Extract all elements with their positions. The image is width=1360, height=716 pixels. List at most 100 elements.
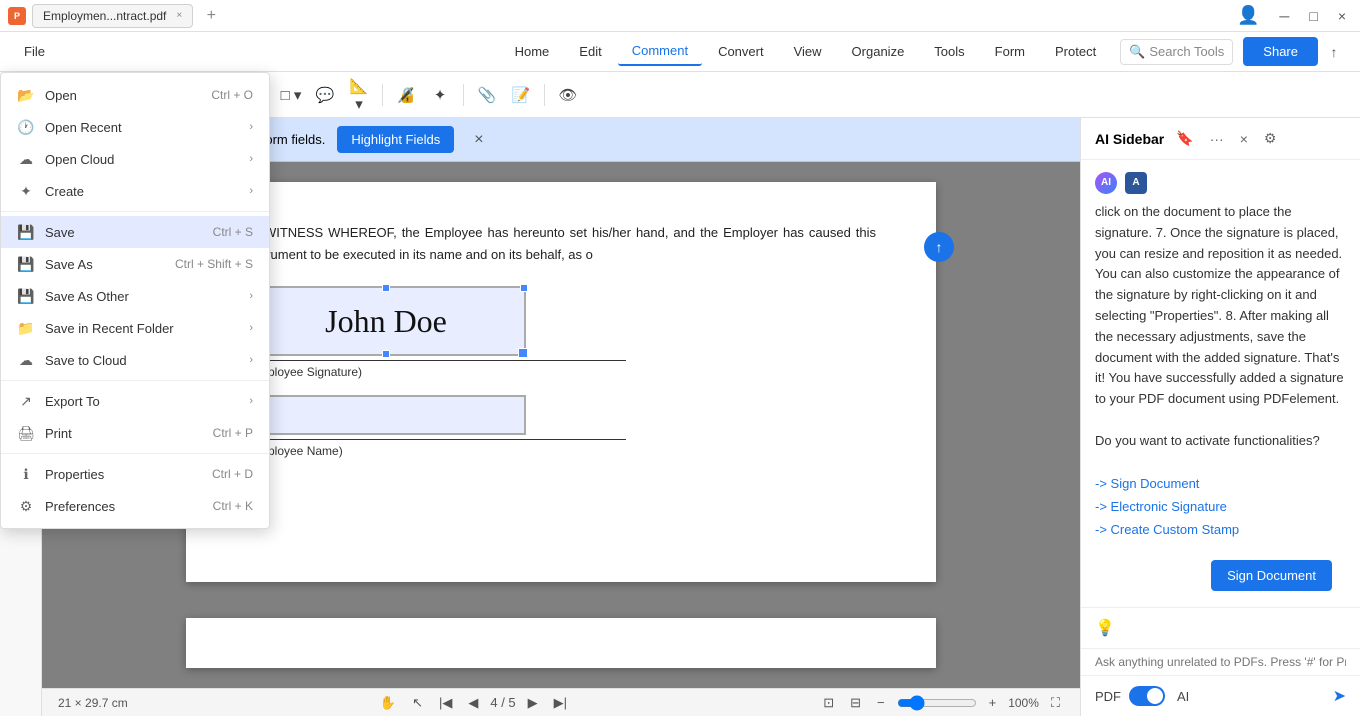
fm-save-as-shortcut: Ctrl + Shift + S <box>175 257 253 271</box>
fm-save-other[interactable]: 💾 Save As Other › <box>1 280 269 312</box>
upload-icon[interactable]: ↑ <box>1320 38 1348 66</box>
share-button[interactable]: Share <box>1243 37 1318 66</box>
fm-create-label: Create <box>45 184 239 199</box>
comment-btn[interactable]: 💬 <box>310 80 340 110</box>
fm-properties-label: Properties <box>45 467 202 482</box>
ai-sidebar: AI Sidebar 🔖 ··· × ⚙ AI A click on the d… <box>1080 118 1360 716</box>
fm-save-recent[interactable]: 📁 Save in Recent Folder › <box>1 312 269 344</box>
page-indicator: 4 / 5 <box>490 695 515 710</box>
prev-page-btn[interactable]: ◀ <box>464 693 482 713</box>
document-page-4: IN WITNESS WHEREOF, the Employee has her… <box>186 182 936 582</box>
fm-save-cloud[interactable]: ☁ Save to Cloud › <box>1 344 269 376</box>
fullscreen-btn[interactable]: ⛶ <box>1047 693 1064 713</box>
menu-form[interactable]: Form <box>981 38 1039 65</box>
page-dimensions: 21 × 29.7 cm <box>58 696 128 710</box>
zoom-in-btn[interactable]: + <box>985 693 1001 712</box>
sidebar-more-icon[interactable]: ··· <box>1206 129 1228 149</box>
restore-btn[interactable]: □ <box>1303 8 1323 24</box>
paperclip-btn[interactable]: 📎 <box>472 80 502 110</box>
fm-print[interactable]: 🖨 Print Ctrl + P <box>1 417 269 449</box>
create-icon: ✦ <box>17 182 35 200</box>
doc-paragraph: IN WITNESS WHEREOF, the Employee has her… <box>246 222 876 266</box>
fit-page-btn[interactable]: ⊡ <box>819 693 838 713</box>
sidebar-bookmark-icon[interactable]: 🔖 <box>1172 128 1197 149</box>
fm-create[interactable]: ✦ Create › <box>1 175 269 207</box>
sidebar-settings-icon[interactable]: ⚙ <box>1260 128 1281 149</box>
cursor-tool-btn[interactable]: ↖ <box>408 693 427 713</box>
ai-input-field[interactable] <box>1095 655 1346 669</box>
ai-input-area: 💡 <box>1081 607 1360 648</box>
fm-properties[interactable]: ℹ Properties Ctrl + D <box>1 458 269 490</box>
last-page-btn[interactable]: ▶| <box>550 693 571 713</box>
upload-doc-btn[interactable]: ↑ <box>924 232 954 262</box>
fm-save-recent-label: Save in Recent Folder <box>45 321 239 336</box>
show-hide-btn[interactable]: 👁 <box>553 80 583 110</box>
pdf-ai-toggle[interactable] <box>1129 686 1165 706</box>
custom-stamp-link[interactable]: -> Create Custom Stamp <box>1095 520 1346 541</box>
save-recent-icon: 📁 <box>17 319 35 337</box>
highlight-fields-btn[interactable]: Highlight Fields <box>337 126 454 153</box>
fm-preferences[interactable]: ⚙ Preferences Ctrl + K <box>1 490 269 522</box>
next-page-btn[interactable]: ▶ <box>524 693 542 713</box>
fm-save-as[interactable]: 💾 Save As Ctrl + Shift + S <box>1 248 269 280</box>
fm-properties-shortcut: Ctrl + D <box>212 467 253 481</box>
menu-comment[interactable]: Comment <box>618 37 702 66</box>
menu-tools[interactable]: Tools <box>920 38 978 65</box>
fit-width-btn[interactable]: ⊟ <box>846 693 865 713</box>
e-sig-link[interactable]: -> Electronic Signature <box>1095 497 1346 518</box>
stamp2-btn[interactable]: 🔏 <box>391 80 421 110</box>
zoom-out-btn[interactable]: − <box>873 693 889 712</box>
export-arrow: › <box>249 395 253 407</box>
file-menu[interactable]: File <box>12 38 57 65</box>
fm-save-label: Save <box>45 225 203 240</box>
save-cloud-icon: ☁ <box>17 351 35 369</box>
hand-tool-btn[interactable]: ✋ <box>376 693 400 713</box>
menu-convert[interactable]: Convert <box>704 38 778 65</box>
fm-open-label: Open <box>45 88 201 103</box>
edit-note-btn[interactable]: 📝 <box>506 80 536 110</box>
signature-image: John Doe <box>325 303 447 340</box>
fm-print-label: Print <box>45 426 203 441</box>
measure-btn[interactable]: 📐 ▾ <box>344 80 374 110</box>
fm-print-shortcut: Ctrl + P <box>213 426 253 440</box>
menu-protect[interactable]: Protect <box>1041 38 1110 65</box>
menu-edit[interactable]: Edit <box>565 38 615 65</box>
sign-document-btn[interactable]: Sign Document <box>1211 560 1332 591</box>
sidebar-close-btn[interactable]: × <box>1236 129 1252 149</box>
menu-organize[interactable]: Organize <box>838 38 919 65</box>
app-icon: P <box>8 7 26 25</box>
fm-open-cloud[interactable]: ☁ Open Cloud › <box>1 143 269 175</box>
status-bar: 21 × 29.7 cm ✋ ↖ |◀ ◀ 4 / 5 ▶ ▶| ⊡ ⊟ − +… <box>42 688 1080 716</box>
form-bar-close-btn[interactable]: × <box>474 131 483 149</box>
shape-btn[interactable]: □ ▾ <box>276 80 306 110</box>
profile-icon[interactable]: 👤 <box>1231 5 1265 26</box>
fm-open-recent[interactable]: 🕐 Open Recent › <box>1 111 269 143</box>
toolbar-sep-4 <box>463 84 464 106</box>
save-other-icon: 💾 <box>17 287 35 305</box>
highlight-btn[interactable]: ✦ <box>425 80 455 110</box>
signature-box[interactable]: John Doe <box>246 286 526 356</box>
close-btn[interactable]: × <box>1332 8 1352 24</box>
create-arrow: › <box>249 185 253 197</box>
first-page-btn[interactable]: |◀ <box>435 693 456 713</box>
ai-sidebar-title: AI Sidebar <box>1095 131 1164 147</box>
menu-home[interactable]: Home <box>501 38 564 65</box>
tab-close-btn[interactable]: × <box>176 10 182 21</box>
fm-open[interactable]: 📂 Open Ctrl + O <box>1 79 269 111</box>
sign-doc-link[interactable]: -> Sign Document <box>1095 474 1346 495</box>
print-icon: 🖨 <box>17 424 35 442</box>
save-recent-arrow: › <box>249 322 253 334</box>
new-tab-btn[interactable]: + <box>199 4 223 28</box>
handle-tr <box>520 284 528 292</box>
send-btn[interactable]: ➤ <box>1333 686 1346 706</box>
fm-divider-3 <box>1 453 269 454</box>
tab-label: Employmen...ntract.pdf <box>43 9 166 23</box>
fm-save[interactable]: 💾 Save Ctrl + S <box>1 216 269 248</box>
zoom-controls: ⊡ ⊟ − + 100% ⛶ <box>819 693 1064 713</box>
minimize-btn[interactable]: ─ <box>1273 8 1295 24</box>
active-tab[interactable]: Employmen...ntract.pdf × <box>32 4 193 28</box>
fm-export[interactable]: ↗ Export To › <box>1 385 269 417</box>
menu-view[interactable]: View <box>780 38 836 65</box>
zoom-slider[interactable] <box>897 695 977 711</box>
name-field-box[interactable] <box>246 395 526 435</box>
